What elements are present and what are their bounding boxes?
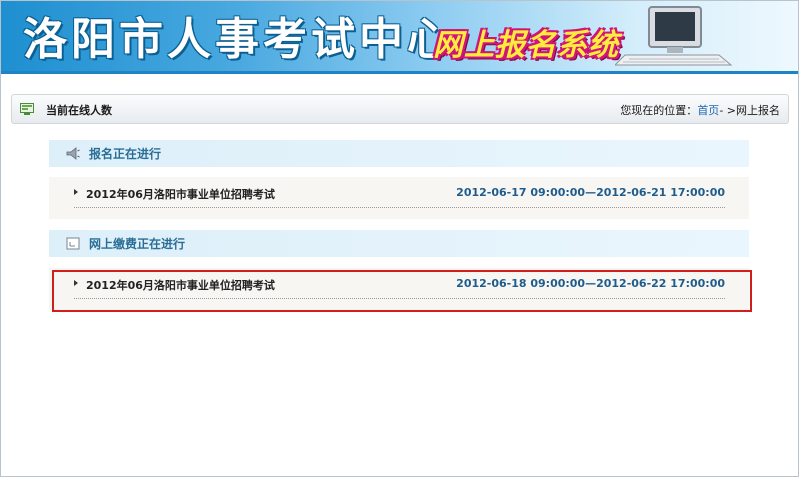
section-title: 网上缴费正在进行	[89, 237, 186, 251]
exam-name-link[interactable]: 2012年06月洛阳市事业单位招聘考试	[86, 186, 275, 202]
document-icon	[66, 237, 80, 250]
section-online-payment: 网上缴费正在进行	[49, 230, 749, 257]
breadcrumb-home-link[interactable]: 首页	[697, 104, 719, 117]
highlight-box	[52, 270, 752, 312]
bullet-arrow-icon	[74, 189, 78, 195]
section-title: 报名正在进行	[89, 147, 162, 161]
breadcrumb-current: - >网上报名	[719, 104, 780, 117]
status-bar: 当前在线人数 您现在的位置：首页- >网上报名	[11, 94, 789, 124]
computer-monitor-icon	[615, 6, 733, 66]
section-registration: 报名正在进行	[49, 140, 749, 167]
site-title: 洛阳市人事考试中心	[23, 14, 455, 65]
exam-time-range: 2012-06-17 09:00:00—2012-06-21 17:00:00	[456, 186, 725, 199]
site-header: 洛阳市人事考试中心 网上报名系统	[1, 1, 798, 74]
row-divider	[74, 207, 725, 208]
breadcrumb: 您现在的位置：首页- >网上报名	[620, 102, 780, 118]
megaphone-icon	[66, 147, 80, 160]
location-prefix: 您现在的位置：	[620, 104, 698, 117]
system-name-banner: 网上报名系统	[433, 28, 619, 63]
exam-list-item[interactable]: 2012年06月洛阳市事业单位招聘考试 2012-06-17 09:00:00—…	[49, 177, 749, 219]
online-users-icon	[20, 103, 34, 115]
online-count-label: 当前在线人数	[46, 104, 112, 117]
